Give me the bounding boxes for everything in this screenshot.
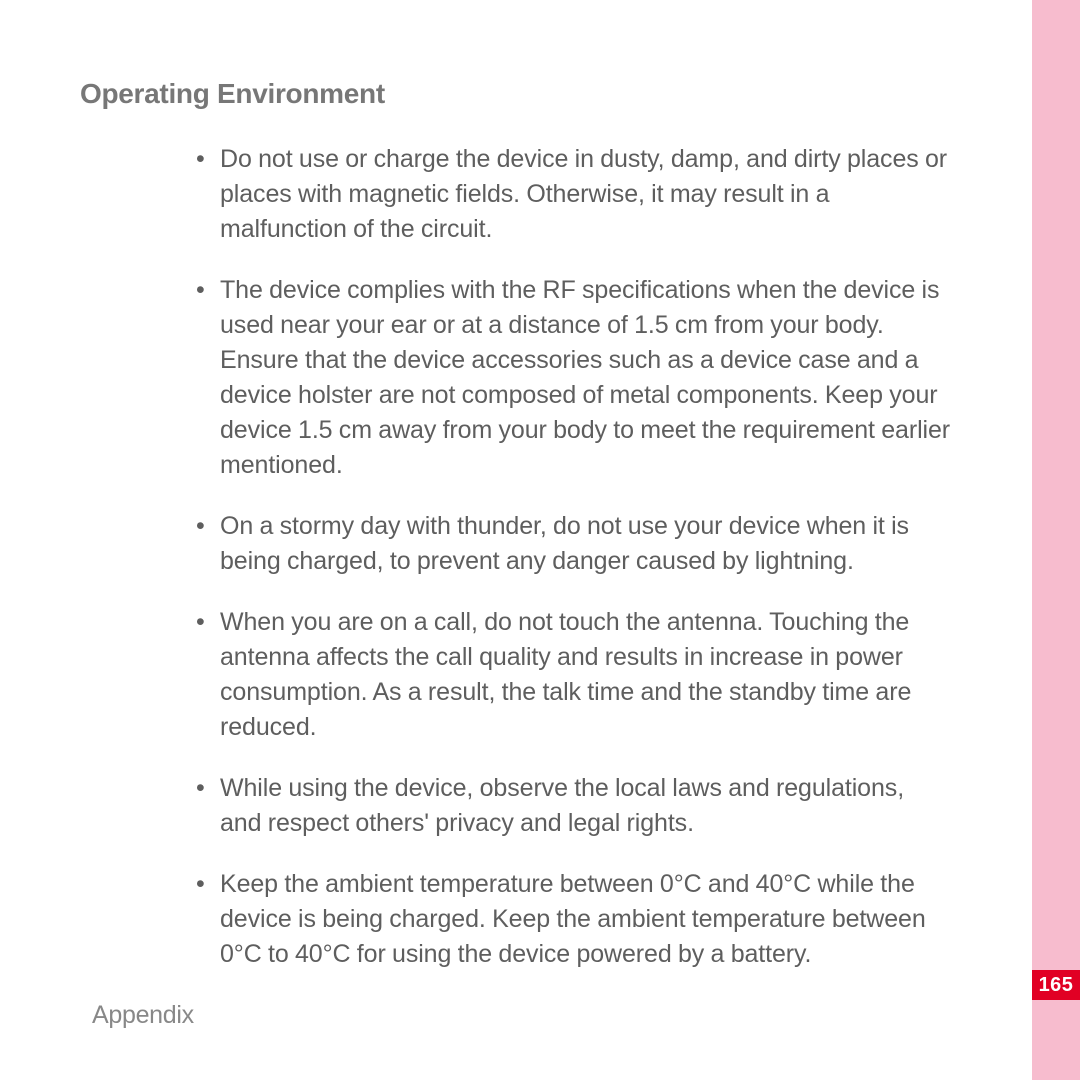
page-number-tab: 165 (1032, 970, 1080, 1000)
list-item: The device complies with the RF specific… (190, 273, 950, 483)
page-container: 165 Operating Environment Do not use or … (0, 0, 1080, 1080)
list-item: On a stormy day with thunder, do not use… (190, 509, 950, 579)
section-heading: Operating Environment (80, 78, 980, 110)
list-item: Keep the ambient temperature between 0°C… (190, 867, 950, 972)
list-item: When you are on a call, do not touch the… (190, 605, 950, 745)
bullet-list: Do not use or charge the device in dusty… (190, 142, 950, 972)
list-item: While using the device, observe the loca… (190, 771, 950, 841)
side-color-band (1032, 0, 1080, 1080)
footer-section-label: Appendix (92, 1001, 194, 1030)
list-item: Do not use or charge the device in dusty… (190, 142, 950, 247)
content-area: Operating Environment Do not use or char… (80, 78, 980, 998)
page-number: 165 (1039, 974, 1074, 996)
